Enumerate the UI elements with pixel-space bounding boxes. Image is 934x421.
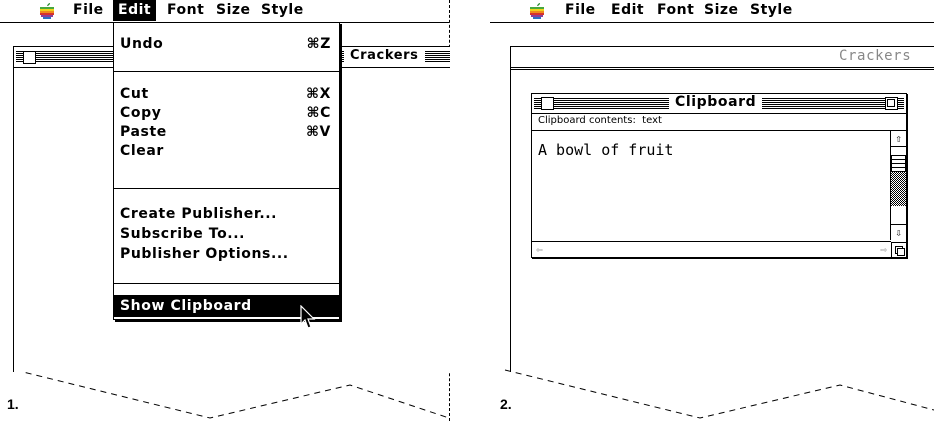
undo-label: Undo — [120, 36, 164, 52]
clipboard-info: Clipboard contents: text — [538, 115, 662, 126]
menu-item-paste[interactable]: Paste ⌘V — [114, 123, 339, 141]
document-titlebar[interactable]: Crackers — [511, 47, 934, 68]
menu-item-cut[interactable]: Cut ⌘X — [114, 85, 339, 103]
cut-shortcut: ⌘X — [306, 86, 331, 102]
apple-icon[interactable] — [528, 2, 546, 20]
paste-label: Paste — [120, 124, 167, 140]
copy-label: Copy — [120, 105, 162, 121]
document-title: Crackers — [344, 48, 425, 63]
menu-item-subscribe-to[interactable]: Subscribe To... — [114, 225, 339, 243]
info-separator — [532, 130, 906, 131]
menu-edit[interactable]: Edit — [113, 0, 157, 21]
scroll-thumb[interactable] — [891, 155, 906, 172]
menu-bar-rule — [490, 22, 934, 23]
menu-bar: File Edit Font Size Style — [0, 0, 449, 23]
menu-separator — [114, 71, 339, 72]
cut-label: Cut — [120, 86, 149, 102]
scroll-right-arrow-icon[interactable]: ⇨ — [876, 242, 891, 257]
menu-separator — [114, 283, 339, 284]
menu-file[interactable]: File — [560, 0, 601, 21]
menu-size[interactable]: Size — [211, 0, 256, 21]
copy-shortcut: ⌘C — [306, 105, 331, 121]
menu-edit[interactable]: Edit — [606, 0, 649, 21]
clipboard-title: Clipboard — [669, 94, 763, 110]
horizontal-scrollbar[interactable]: ⇦ ⇨ — [532, 241, 891, 257]
paste-shortcut: ⌘V — [305, 124, 331, 140]
scroll-up-arrow-icon[interactable]: ⇧ — [891, 131, 906, 147]
clear-label: Clear — [120, 143, 164, 159]
size-box-outer — [897, 248, 905, 256]
menu-item-undo[interactable]: Undo ⌘Z — [114, 35, 339, 53]
edit-menu: Undo ⌘Z Cut ⌘X Copy ⌘C Paste ⌘V Clear Cr… — [113, 22, 340, 320]
menu-size[interactable]: Size — [699, 0, 744, 21]
zoom-box-icon[interactable] — [885, 97, 898, 110]
scroll-down-arrow-icon[interactable]: ⇩ — [891, 224, 906, 240]
create-publisher-label: Create Publisher... — [120, 206, 278, 222]
close-box-icon[interactable] — [541, 97, 554, 110]
clipboard-titlebar[interactable]: Clipboard — [532, 94, 906, 114]
menu-item-clear[interactable]: Clear — [114, 142, 339, 160]
undo-shortcut: ⌘Z — [306, 36, 331, 52]
menu-item-create-publisher[interactable]: Create Publisher... — [114, 205, 339, 223]
size-box-icon[interactable] — [891, 242, 906, 257]
subscribe-to-label: Subscribe To... — [120, 226, 246, 242]
scroll-left-arrow-icon[interactable]: ⇦ — [532, 242, 547, 257]
menu-style[interactable]: Style — [745, 0, 798, 21]
document-separator — [511, 69, 934, 70]
arrow-cursor-icon — [300, 305, 316, 329]
document-title: Crackers — [833, 48, 918, 64]
panel-2-label: 2. — [500, 396, 512, 412]
menu-font[interactable]: Font — [162, 0, 209, 21]
menu-separator — [114, 188, 339, 189]
menu-font[interactable]: Font — [652, 0, 699, 21]
publisher-options-label: Publisher Options... — [120, 246, 289, 262]
clipboard-window: Clipboard Clipboard contents: text A bow… — [531, 93, 907, 258]
panel-1-label: 1. — [7, 396, 19, 412]
menu-item-copy[interactable]: Copy ⌘C — [114, 104, 339, 122]
scroll-track[interactable] — [891, 172, 906, 206]
menu-bar: File Edit Font Size Style — [490, 0, 934, 23]
apple-icon[interactable] — [38, 2, 56, 20]
menu-style[interactable]: Style — [256, 0, 309, 21]
show-clipboard-label: Show Clipboard — [120, 298, 252, 314]
clipboard-content: A bowl of fruit — [538, 141, 674, 159]
vertical-scrollbar[interactable]: ⇧ ⇩ — [890, 131, 906, 240]
menu-file[interactable]: File — [68, 0, 109, 21]
close-box-icon[interactable] — [23, 51, 36, 64]
menu-item-publisher-options[interactable]: Publisher Options... — [114, 245, 339, 263]
